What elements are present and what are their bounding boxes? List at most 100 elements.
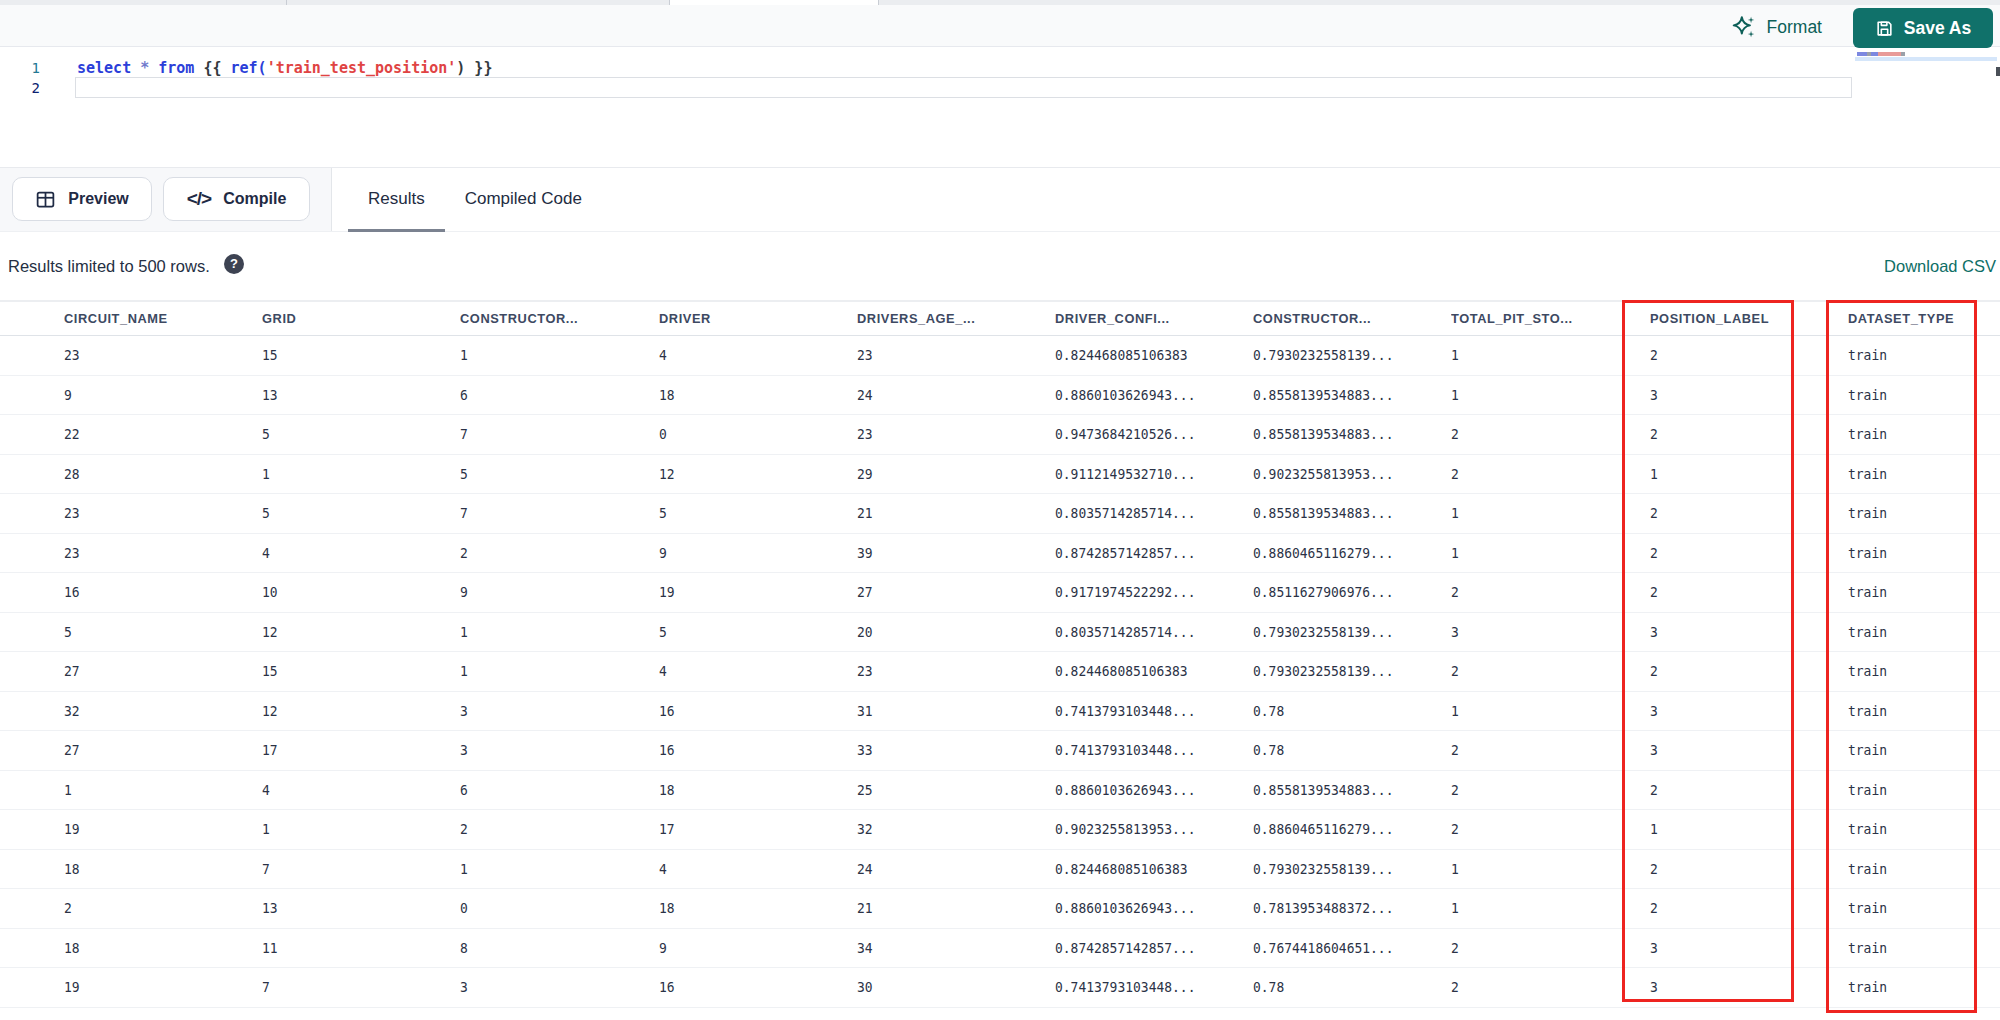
- code-icon: </>: [187, 188, 211, 210]
- editor-line-1[interactable]: 1 select * from {{ ref('train_test_positi…: [0, 58, 1852, 78]
- column-header-constructor: CONSTRUCTOR...: [460, 311, 648, 326]
- table-cell: 19: [659, 584, 849, 600]
- table-cell: 1: [262, 821, 452, 837]
- table-cell: 21: [857, 900, 1047, 916]
- table-cell: 1: [1451, 545, 1641, 561]
- table-cell: 16: [659, 979, 849, 995]
- table-cell: 0.9023255813953...: [1253, 466, 1443, 482]
- table-cell: 20: [857, 624, 1047, 640]
- line-number: 1: [0, 58, 40, 78]
- table-cell: 23: [857, 426, 1047, 442]
- table-cell: 18: [659, 900, 849, 916]
- table-cell: 0: [460, 900, 650, 916]
- table-cell: 23: [64, 347, 254, 363]
- results-tabs: ResultsCompiled Code: [348, 168, 602, 232]
- help-circle-icon[interactable]: ?: [224, 254, 244, 274]
- table-cell: 13: [262, 387, 452, 403]
- table-cell: 2: [1451, 663, 1641, 679]
- table-cell: 11: [262, 940, 452, 956]
- table-cell: 0.824468085106383: [1055, 861, 1245, 877]
- table-cell: 0.8511627906976...: [1253, 584, 1443, 600]
- column-header-grid: GRID: [262, 311, 450, 326]
- table-cell: 0.8860465116279...: [1253, 545, 1443, 561]
- preview-button[interactable]: Preview: [12, 177, 152, 221]
- minimap-slider[interactable]: [1855, 57, 1997, 61]
- table-cell: 23: [64, 505, 254, 521]
- table-cell: 17: [262, 742, 452, 758]
- table-cell: 4: [659, 861, 849, 877]
- table-cell: 4: [262, 545, 452, 561]
- table-cell: 1: [262, 466, 452, 482]
- editor-line-2[interactable]: 2: [0, 78, 1852, 98]
- tab-results[interactable]: Results: [348, 168, 445, 232]
- table-cell: 1: [460, 663, 650, 679]
- table-cell: 6: [460, 387, 650, 403]
- table-cell: 6: [460, 782, 650, 798]
- table-cell: 0: [659, 426, 849, 442]
- table-cell: 0.7413793103448...: [1055, 979, 1245, 995]
- table-cell: 2: [1451, 782, 1641, 798]
- table-cell: 1: [64, 782, 254, 798]
- table-cell: 18: [659, 387, 849, 403]
- table-cell: 34: [857, 940, 1047, 956]
- save-as-button[interactable]: Save As: [1853, 8, 1993, 48]
- table-cell: 1: [1451, 900, 1641, 916]
- format-label: Format: [1767, 17, 1822, 38]
- editor-minimap[interactable]: [1855, 48, 1997, 167]
- table-cell: 0.824468085106383: [1055, 347, 1245, 363]
- table-cell: 0.8860103626943...: [1055, 782, 1245, 798]
- column-header-driver: DRIVER: [659, 311, 847, 326]
- table-cell: 21: [857, 505, 1047, 521]
- table-cell: 7: [460, 426, 650, 442]
- table-cell: 5: [262, 505, 452, 521]
- results-action-bar: Preview </> Compile ResultsCompiled Code: [0, 167, 2000, 232]
- save-icon: [1875, 19, 1894, 38]
- table-cell: 0.7930232558139...: [1253, 861, 1443, 877]
- compile-button[interactable]: </> Compile: [163, 177, 310, 221]
- table-cell: 0.9112149532710...: [1055, 466, 1245, 482]
- table-cell: 1: [1451, 347, 1641, 363]
- results-limit-text: Results limited to 500 rows.: [8, 257, 210, 276]
- table-cell: 0.8558139534883...: [1253, 782, 1443, 798]
- table-cell: 15: [262, 663, 452, 679]
- table-cell: 18: [64, 861, 254, 877]
- table-cell: 28: [64, 466, 254, 482]
- table-cell: 0.78: [1253, 742, 1443, 758]
- table-cell: 3: [460, 979, 650, 995]
- table-cell: 9: [659, 545, 849, 561]
- format-button[interactable]: Format: [1731, 12, 1822, 42]
- table-cell: 1: [1451, 861, 1641, 877]
- table-cell: 7: [262, 979, 452, 995]
- sql-editor[interactable]: 1 select * from {{ ref('train_test_positi…: [0, 48, 2000, 167]
- table-cell: 1: [460, 861, 650, 877]
- table-cell: 2: [1451, 979, 1641, 995]
- table-cell: 3: [460, 742, 650, 758]
- table-cell: 9: [659, 940, 849, 956]
- table-cell: 2: [460, 821, 650, 837]
- preview-label: Preview: [68, 190, 128, 208]
- column-header-driver-confi: DRIVER_CONFI...: [1055, 311, 1243, 326]
- download-csv-link[interactable]: Download CSV: [1884, 257, 1996, 276]
- table-cell: 1: [460, 347, 650, 363]
- table-cell: 24: [857, 387, 1047, 403]
- code-text[interactable]: select * from {{ ref('train_test_positio…: [77, 58, 492, 78]
- table-cell: 18: [64, 940, 254, 956]
- table-cell: 2: [460, 545, 650, 561]
- table-cell: 4: [659, 347, 849, 363]
- table-cell: 1: [1451, 505, 1641, 521]
- table-icon: [35, 189, 56, 210]
- table-cell: 12: [659, 466, 849, 482]
- table-cell: 2: [1451, 584, 1641, 600]
- table-cell: 23: [857, 663, 1047, 679]
- table-cell: 13: [262, 900, 452, 916]
- table-cell: 24: [857, 861, 1047, 877]
- table-cell: 27: [857, 584, 1047, 600]
- table-cell: 0.7930232558139...: [1253, 663, 1443, 679]
- table-cell: 0.9171974522292...: [1055, 584, 1245, 600]
- compile-label: Compile: [223, 190, 286, 208]
- table-cell: 2: [1451, 821, 1641, 837]
- table-cell: 2: [1451, 426, 1641, 442]
- table-cell: 3: [1451, 624, 1641, 640]
- column-header-circuit-name: CIRCUIT_NAME: [64, 311, 252, 326]
- tab-compiled-code[interactable]: Compiled Code: [445, 168, 602, 232]
